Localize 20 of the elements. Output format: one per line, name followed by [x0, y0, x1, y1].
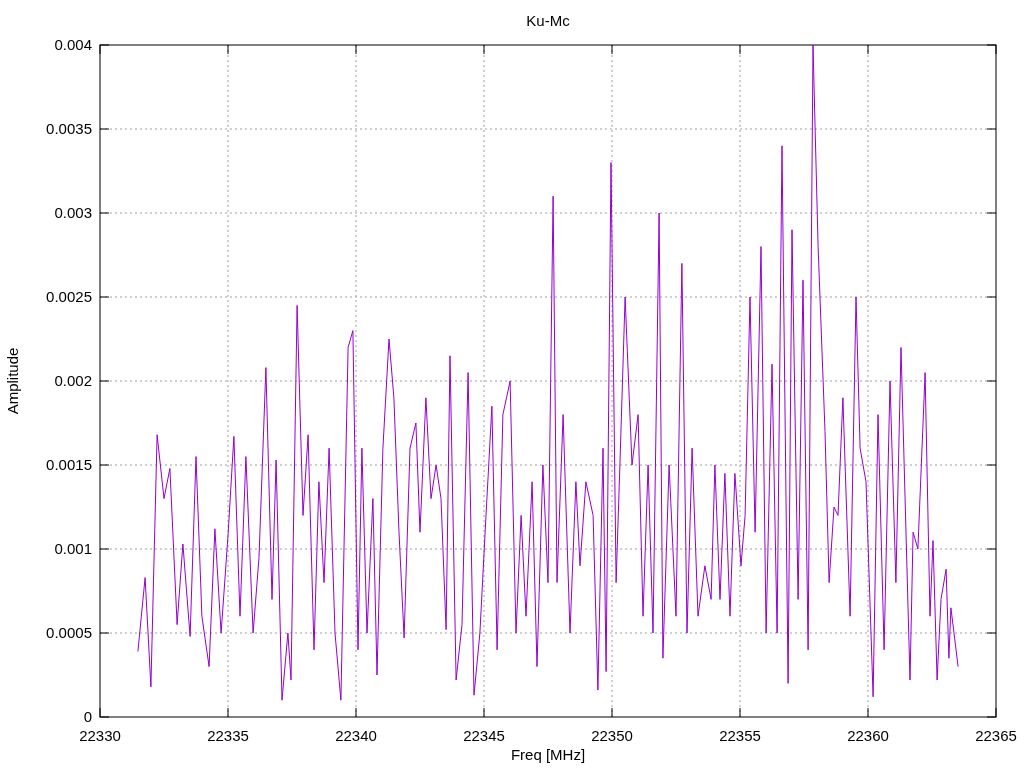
tick-label: 0.004	[54, 36, 92, 53]
tick-label: 22365	[975, 727, 1017, 744]
tick-label: 0.0025	[46, 288, 92, 305]
tick-label: 22345	[463, 727, 505, 744]
chart-title: Ku-Mc	[526, 12, 570, 29]
tick-label: 0.003	[54, 204, 92, 221]
x-axis-label: Freq [MHz]	[510, 746, 586, 763]
tick-label: 0	[83, 708, 92, 725]
tick-label: 0.002	[54, 372, 92, 389]
tick-label: 22350	[591, 727, 633, 744]
tick-label: 0.0005	[46, 624, 92, 641]
tick-label: 22340	[335, 727, 377, 744]
tick-label: 22360	[847, 727, 889, 744]
tick-label: 22335	[207, 727, 249, 744]
tick-label: 0.0035	[46, 120, 92, 137]
tick-label: 0.001	[54, 540, 92, 557]
tick-label: 22355	[719, 727, 761, 744]
y-axis-label: Amplitude	[4, 347, 21, 415]
tick-label: 22330	[79, 727, 121, 744]
tick-label: 0.0015	[46, 456, 92, 473]
